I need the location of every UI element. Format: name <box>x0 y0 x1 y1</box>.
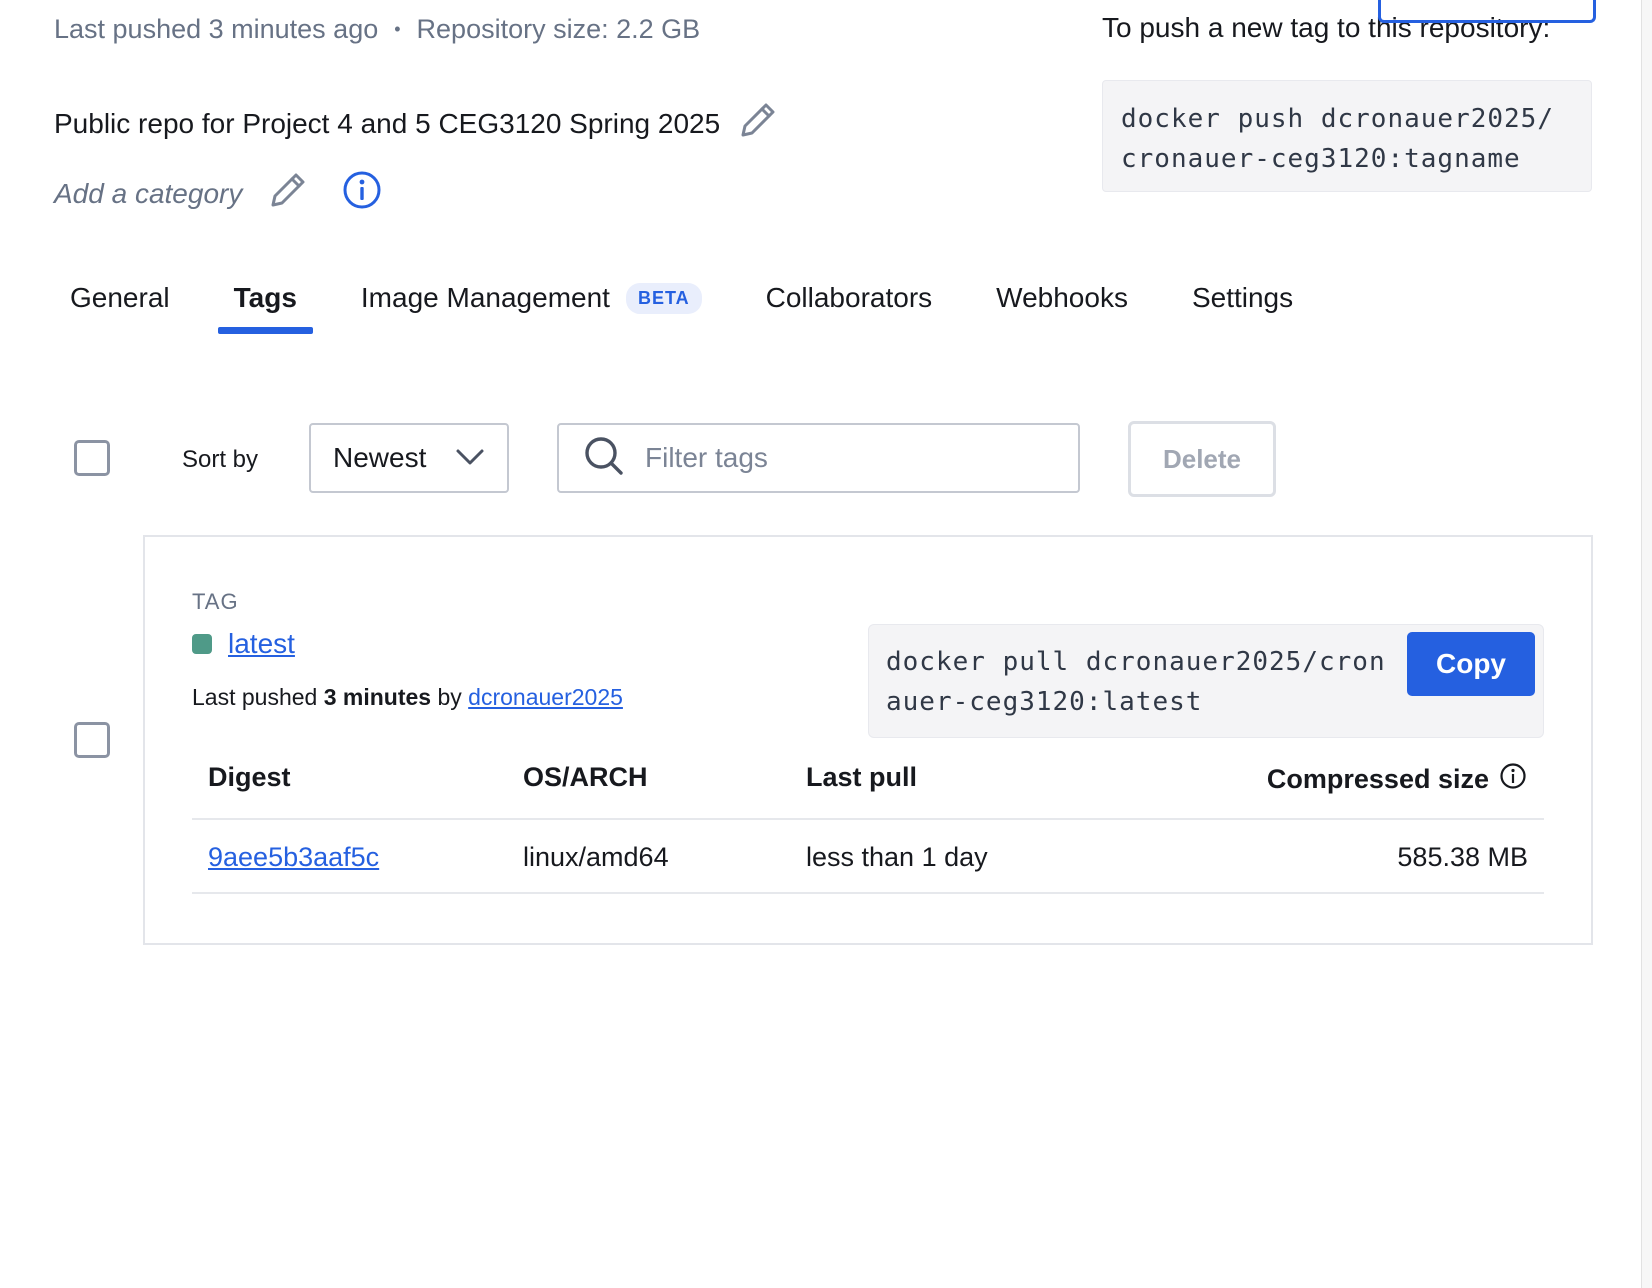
repo-meta: Last pushed 3 minutes ago • Repository siz… <box>54 14 700 45</box>
edit-category-pencil-icon[interactable] <box>268 170 308 217</box>
os-arch-value: linux/amd64 <box>523 842 669 872</box>
tab-collaborators-label: Collaborators <box>765 282 933 313</box>
header-digest: Digest <box>208 762 291 792</box>
copy-button[interactable]: Copy <box>1407 632 1535 696</box>
last-pushed-text: Last pushed 3 minutes ago <box>54 14 379 44</box>
push-command[interactable]: docker push dcronauer2025/ cronauer-ceg3… <box>1102 80 1592 192</box>
size-info-icon[interactable] <box>1489 762 1527 797</box>
last-pull-value: less than 1 day <box>806 842 988 872</box>
tag-pushed-info: Last pushed 3 minutes by dcronauer2025 <box>192 684 623 711</box>
tab-tags-label: Tags <box>233 282 297 313</box>
tag-pushed-user-link[interactable]: dcronauer2025 <box>468 684 623 710</box>
table-row-divider <box>192 892 1544 894</box>
delete-button[interactable]: Delete <box>1128 421 1276 497</box>
page-scrollbar[interactable] <box>1641 0 1652 1288</box>
search-icon <box>583 435 625 482</box>
tab-settings[interactable]: Settings <box>1176 270 1309 334</box>
tag-pushed-time: 3 minutes <box>323 684 432 710</box>
header-os-arch: OS/ARCH <box>523 762 648 792</box>
add-category-text: Add a category <box>54 177 243 209</box>
filter-tags-input[interactable] <box>643 441 1047 475</box>
category-row: Add a category <box>54 170 382 217</box>
edit-description-pencil-icon[interactable] <box>738 100 778 147</box>
digest-link[interactable]: 9aee5b3aaf5c <box>208 842 379 873</box>
tag-row-checkbox[interactable] <box>74 722 110 758</box>
pull-command[interactable]: docker pull dcronauer2025/cronauer-ceg31… <box>886 642 1396 722</box>
category-info-icon[interactable] <box>342 170 382 217</box>
header-compressed-size-label: Compressed size <box>1266 764 1489 794</box>
compressed-size-value: 585.38 MB <box>1397 842 1528 872</box>
description-text: Public repo for Project 4 and 5 CEG3120 … <box>54 107 721 139</box>
header-action-button[interactable] <box>1378 0 1596 23</box>
tag-status-indicator <box>192 634 212 654</box>
header-compressed-size: Compressed size <box>1267 762 1527 797</box>
sort-select[interactable]: Newest <box>309 423 509 493</box>
meta-separator: • <box>394 19 401 39</box>
tag-name-link[interactable]: latest <box>228 628 295 660</box>
chevron-down-icon <box>455 442 485 474</box>
tab-image-management[interactable]: Image Management BETA <box>345 270 718 334</box>
tab-settings-label: Settings <box>1191 282 1294 313</box>
header-last-pull: Last pull <box>806 762 918 792</box>
tab-webhooks[interactable]: Webhooks <box>980 270 1144 334</box>
repo-size-text: Repository size: 2.2 GB <box>416 14 701 44</box>
sort-by-label: Sort by <box>182 446 259 473</box>
tab-image-management-label: Image Management <box>360 282 610 313</box>
table-header-divider <box>192 818 1544 820</box>
tab-general-label: General <box>70 282 170 313</box>
tab-general[interactable]: General <box>54 270 186 334</box>
beta-badge: BETA <box>625 282 702 314</box>
tab-collaborators[interactable]: Collaborators <box>750 270 949 334</box>
filter-tags-field[interactable] <box>557 423 1080 493</box>
tab-webhooks-label: Webhooks <box>996 282 1128 313</box>
repo-description: Public repo for Project 4 and 5 CEG3120 … <box>54 100 778 147</box>
tag-card <box>143 535 1593 945</box>
select-all-checkbox[interactable] <box>74 440 110 476</box>
sort-select-value: Newest <box>333 442 427 473</box>
tag-column-heading: TAG <box>192 589 239 614</box>
tag-pushed-by: by <box>431 684 469 710</box>
tag-pushed-prefix: Last pushed <box>192 684 324 710</box>
tab-tags[interactable]: Tags <box>217 270 314 334</box>
repo-tabs: General Tags Image Management BETA Collab… <box>54 270 1309 336</box>
